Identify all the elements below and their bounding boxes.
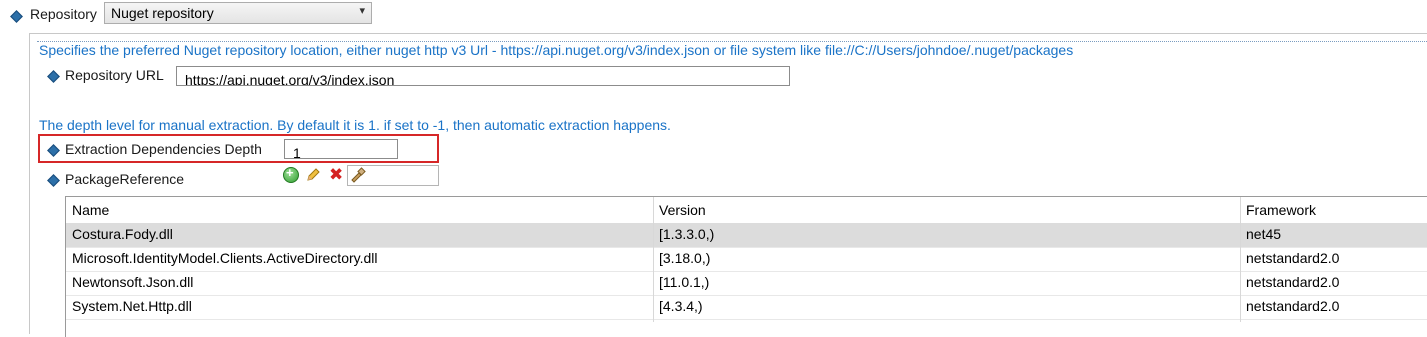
repository-label: Repository	[30, 6, 97, 22]
cell-framework: netstandard2.0	[1246, 250, 1340, 266]
extraction-depth-label: Extraction Dependencies Depth	[65, 141, 262, 157]
table-row[interactable]: System.Net.Http.dll [4.3.4,) netstandard…	[66, 295, 1427, 319]
cell-version: [1.3.3.0,)	[659, 226, 715, 242]
cell-version: [4.3.4,)	[659, 298, 703, 314]
column-header-framework[interactable]: Framework	[1240, 197, 1427, 223]
chevron-down-icon[interactable]: ▾	[359, 4, 365, 17]
repository-description: Specifies the preferred Nuget repository…	[39, 42, 1074, 58]
cell-framework: net45	[1246, 226, 1282, 242]
repository-select-value: Nuget repository	[111, 5, 214, 21]
column-divider[interactable]	[1240, 197, 1241, 322]
table-row[interactable]: Newtonsoft.Json.dll [11.0.1,) netstandar…	[66, 271, 1427, 295]
repository-url-label: Repository URL	[65, 67, 164, 83]
cell-framework: netstandard2.0	[1246, 298, 1340, 314]
filter-input[interactable]	[347, 165, 439, 186]
repository-select[interactable]: Nuget repository ▾	[104, 2, 372, 24]
column-header-name[interactable]: Name	[66, 197, 653, 223]
package-reference-table: Name Version Framework Costura.Fody.dll …	[65, 196, 1427, 337]
filter-icon	[350, 167, 366, 183]
package-reference-label: PackageReference	[65, 171, 185, 187]
diamond-bullet-icon	[10, 10, 23, 23]
cell-framework: netstandard2.0	[1246, 274, 1340, 290]
cell-name: Costura.Fody.dll	[72, 226, 173, 242]
add-icon[interactable]	[283, 165, 299, 183]
delete-icon[interactable]: ✖	[329, 166, 345, 183]
cell-name: Newtonsoft.Json.dll	[72, 274, 194, 290]
cell-version: [11.0.1,)	[659, 274, 710, 290]
table-row[interactable]: Costura.Fody.dll [1.3.3.0,) net45	[66, 223, 1427, 247]
depth-description: The depth level for manual extraction. B…	[39, 117, 671, 133]
edit-icon[interactable]	[305, 167, 321, 183]
column-header-version[interactable]: Version	[653, 197, 1240, 223]
table-row[interactable]: Microsoft.IdentityModel.Clients.ActiveDi…	[66, 247, 1427, 271]
repository-url-input[interactable]: https://api.nuget.org/v3/index.json	[176, 66, 790, 86]
extraction-depth-input[interactable]: 1	[284, 139, 398, 159]
row-divider	[66, 319, 1427, 320]
cell-name: Microsoft.IdentityModel.Clients.ActiveDi…	[72, 250, 378, 266]
cell-name: System.Net.Http.dll	[72, 298, 192, 314]
cell-version: [3.18.0,)	[659, 250, 711, 266]
column-divider[interactable]	[653, 197, 654, 322]
